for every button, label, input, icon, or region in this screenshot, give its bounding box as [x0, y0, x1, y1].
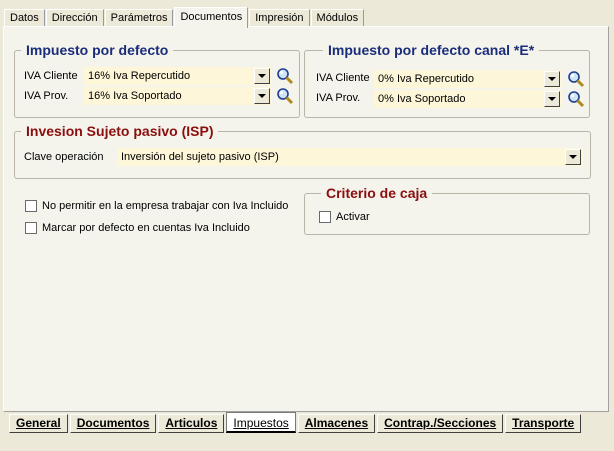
checkbox-box[interactable] — [319, 211, 331, 223]
chevron-down-icon[interactable] — [254, 68, 270, 84]
activar-checkbox[interactable]: Activar — [319, 209, 370, 225]
isp-title: Invesion Sujeto pasivo (ISP) — [21, 123, 219, 139]
tab-modulos[interactable]: Módulos — [310, 9, 365, 27]
iva-cliente-value: 16% Iva Repercutido — [88, 70, 191, 82]
tab-parametros[interactable]: Parámetros — [104, 9, 174, 27]
iva-prov-select[interactable]: 16% Iva Soportado — [84, 87, 272, 105]
checkbox-box[interactable] — [25, 222, 37, 234]
search-icon[interactable] — [276, 87, 294, 105]
chevron-down-icon[interactable] — [254, 88, 270, 104]
checkbox-box[interactable] — [25, 200, 37, 212]
tab-impuestos[interactable]: Impuestos — [226, 412, 296, 433]
marcar-defecto-label: Marcar por defecto en cuentas Iva Inclui… — [42, 222, 250, 234]
iva-cliente-label: IVA Cliente — [24, 70, 78, 82]
tab-general[interactable]: General — [9, 414, 68, 433]
iva-cliente-canal-value: 0% Iva Repercutido — [378, 73, 474, 85]
iva-prov-label: IVA Prov. — [24, 90, 69, 102]
iva-prov-canal-select[interactable]: 0% Iva Soportado — [374, 90, 562, 108]
search-icon[interactable] — [276, 67, 294, 85]
clave-operacion-label: Clave operación — [24, 151, 104, 163]
tab-datos[interactable]: Datos — [4, 9, 45, 27]
iva-cliente-select[interactable]: 16% Iva Repercutido — [84, 67, 272, 85]
criterio-caja-title: Criterio de caja — [321, 185, 433, 201]
no-permitir-label: No permitir en la empresa trabajar con I… — [42, 200, 289, 212]
tab-impresion[interactable]: Impresión — [249, 9, 310, 27]
tab-contrap-secciones[interactable]: Contrap./Secciones — [377, 414, 504, 433]
chevron-down-icon[interactable] — [544, 71, 560, 87]
activar-label: Activar — [336, 211, 370, 223]
iva-cliente-canal-label: IVA Cliente — [316, 72, 370, 84]
tab-documentos[interactable]: Documentos — [174, 7, 249, 28]
chevron-down-icon[interactable] — [544, 91, 560, 107]
search-icon[interactable] — [567, 90, 585, 108]
isp-group: Invesion Sujeto pasivo (ISP) Clave opera… — [14, 123, 591, 179]
iva-prov-value: 16% Iva Soportado — [88, 90, 182, 102]
search-icon[interactable] — [567, 70, 585, 88]
clave-operacion-select[interactable]: Inversión del sujeto pasivo (ISP) — [117, 148, 583, 166]
bottom-tab-strip: General Documentos Articulos Impuestos A… — [9, 412, 583, 434]
no-permitir-iva-incluido-checkbox[interactable]: No permitir en la empresa trabajar con I… — [25, 198, 288, 214]
impuesto-canal-title: Impuesto por defecto canal *E* — [323, 42, 540, 58]
impuesto-defecto-group: Impuesto por defecto IVA Cliente 16% Iva… — [14, 42, 300, 118]
marcar-defecto-iva-incluido-checkbox[interactable]: Marcar por defecto en cuentas Iva Inclui… — [25, 220, 250, 236]
tab-documentos-bottom[interactable]: Documentos — [69, 414, 157, 433]
tab-content-panel: Impuesto por defecto IVA Cliente 16% Iva… — [3, 26, 609, 412]
impuesto-defecto-title: Impuesto por defecto — [21, 42, 174, 58]
iva-prov-canal-value: 0% Iva Soportado — [378, 93, 466, 105]
clave-operacion-value: Inversión del sujeto pasivo (ISP) — [121, 151, 279, 163]
impuesto-canal-group: Impuesto por defecto canal *E* IVA Clien… — [304, 42, 590, 118]
iva-prov-canal-label: IVA Prov. — [316, 92, 361, 104]
tab-articulos[interactable]: Articulos — [158, 414, 225, 433]
top-tab-strip: Datos Dirección Parámetros Documentos Im… — [4, 6, 365, 28]
tab-almacenes[interactable]: Almacenes — [297, 414, 376, 433]
chevron-down-icon[interactable] — [565, 149, 581, 165]
tab-transporte[interactable]: Transporte — [505, 414, 582, 433]
iva-cliente-canal-select[interactable]: 0% Iva Repercutido — [374, 70, 562, 88]
criterio-caja-group: Criterio de caja Activar — [304, 185, 590, 235]
tab-direccion[interactable]: Dirección — [45, 9, 104, 27]
